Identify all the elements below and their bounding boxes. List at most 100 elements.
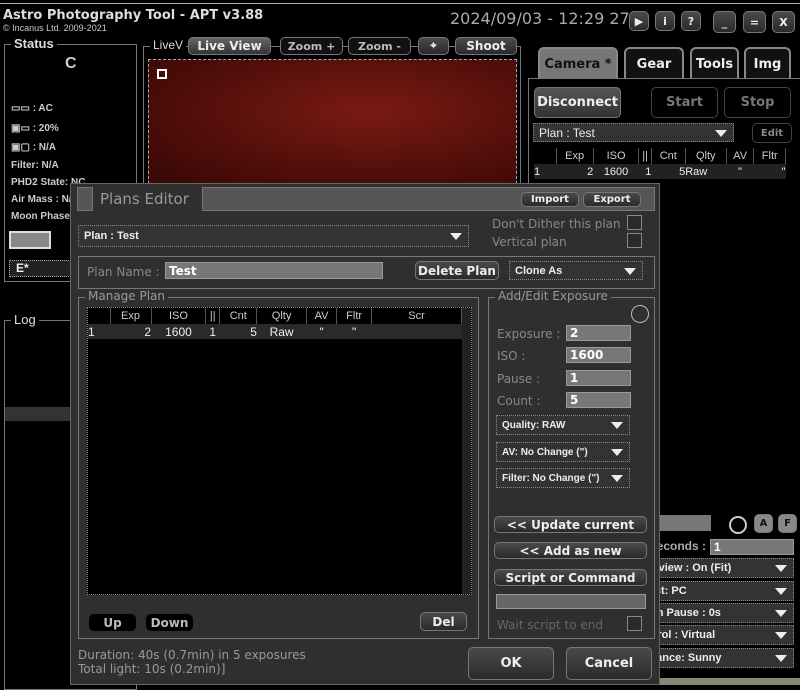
count-label: Count :	[497, 394, 541, 408]
minimize-button[interactable]: _	[713, 11, 736, 33]
camera-plan-table: Exp ISO || Cnt Qlty AV Fltr 1 2 1600 1 5 Raw " "	[534, 148, 786, 179]
info-icon[interactable]: i	[655, 11, 675, 31]
edit-plan-button[interactable]: Edit	[752, 123, 792, 143]
wait-script-checkbox[interactable]	[627, 616, 642, 631]
zoom-out-button[interactable]: Zoom -	[348, 37, 411, 55]
up-button[interactable]: Up	[89, 614, 136, 631]
live-view-button[interactable]: Live View	[188, 37, 271, 55]
zoom-in-button[interactable]: Zoom +	[280, 37, 343, 55]
camera-plan-select[interactable]: Plan : Test	[533, 123, 734, 142]
ok-button[interactable]: OK	[468, 647, 554, 680]
tab-gear[interactable]: Gear	[624, 47, 684, 79]
manage-plan-title: Manage Plan	[85, 289, 169, 303]
dialog-title: Plans Editor	[100, 190, 189, 208]
quality-select[interactable]: Quality: RAW	[496, 415, 630, 435]
filter-select[interactable]: Filter: No Change (")	[496, 468, 630, 488]
copyright: © Incanus Ltd. 2009-2021	[3, 23, 107, 33]
duration-text: Duration: 40s (0.7min) in 5 exposures	[78, 648, 306, 662]
add-edit-title: Add/Edit Exposure	[495, 289, 611, 303]
export-button[interactable]: Export	[583, 192, 641, 207]
a-button[interactable]: A	[754, 514, 773, 533]
status-letter: C	[65, 55, 77, 72]
chevron-down-icon	[715, 129, 727, 137]
stop-button[interactable]: Stop	[724, 87, 791, 118]
tab-tools[interactable]: Tools	[690, 47, 739, 79]
import-button[interactable]: Import	[521, 192, 579, 207]
computer-icon: ▭▭	[11, 103, 30, 114]
down-button[interactable]: Down	[146, 614, 193, 631]
focus-box[interactable]	[157, 69, 167, 79]
progress-bar	[660, 515, 711, 531]
del-button[interactable]: Del	[420, 612, 467, 631]
app-title: Astro Photography Tool - APT v3.88	[3, 8, 264, 23]
help-icon[interactable]: ?	[681, 11, 701, 31]
table-row[interactable]: 1 2 1600 1 5 Raw " "	[88, 324, 462, 339]
f-button[interactable]: F	[778, 514, 797, 533]
update-current-button[interactable]: << Update current	[494, 516, 647, 533]
close-button[interactable]: X	[772, 11, 795, 33]
total-light-text: Total light: 10s (0.2min)]	[78, 662, 226, 676]
exposure-input[interactable]: 2	[566, 325, 631, 341]
plan-select[interactable]: Plan : Test	[78, 225, 469, 247]
shoot-button[interactable]: Shoot	[455, 37, 517, 55]
moon-status: Moon Phase	[11, 211, 70, 222]
dont-dither-checkbox[interactable]	[627, 215, 642, 230]
dialog-icon	[77, 187, 93, 211]
iso-input[interactable]: 1600	[566, 347, 631, 363]
top-border	[0, 3, 800, 4]
chevron-down-icon	[624, 267, 636, 275]
e-label: E*	[9, 260, 79, 277]
camera-battery-icon: ▣▭	[11, 123, 30, 134]
plans-editor-dialog: Plans Editor Import Export Plan : Test D…	[70, 183, 660, 685]
play-icon[interactable]: ▶	[629, 11, 649, 31]
airmass-status: Air Mass : N/A	[11, 194, 79, 205]
live-view-image	[148, 59, 517, 189]
chevron-down-icon	[450, 233, 462, 240]
tab-img[interactable]: Img	[744, 47, 791, 79]
chevron-down-icon	[611, 449, 623, 456]
script-or-command-button[interactable]: Script or Command	[494, 569, 647, 586]
add-as-new-button[interactable]: << Add as new	[494, 542, 647, 559]
plan-table: Exp ISO || Cnt Qlty AV Fltr Scr 1 2 1600 1 5 Raw " "	[87, 307, 472, 595]
chevron-down-icon	[775, 588, 787, 595]
disconnect-button[interactable]: Disconnect	[534, 87, 621, 118]
crosshair-icon[interactable]: ⌖	[418, 37, 449, 55]
plan-name-input[interactable]: Test	[165, 262, 383, 279]
chevron-down-icon	[775, 610, 787, 617]
start-button[interactable]: Start	[651, 87, 718, 118]
datetime: 2024/09/03 - 12:29 27	[450, 9, 630, 28]
battery-icon	[9, 231, 51, 249]
pause-label: Pause :	[497, 372, 541, 386]
log-title: Log	[11, 312, 39, 327]
refresh-icon[interactable]	[729, 516, 747, 534]
liveview-title: LiveV	[150, 38, 187, 52]
chevron-down-icon	[611, 475, 623, 482]
background-image	[660, 678, 800, 685]
chevron-down-icon	[611, 422, 623, 429]
pause-input[interactable]: 1	[566, 370, 631, 386]
av-select[interactable]: AV: No Change (")	[496, 442, 630, 462]
exposure-label: Exposure :	[497, 327, 561, 341]
vertical-plan-checkbox[interactable]	[627, 233, 642, 248]
plan-name-label: Plan Name :	[87, 265, 160, 279]
tab-camera[interactable]: Camera *	[538, 47, 618, 79]
table-scrollbar[interactable]	[462, 308, 471, 594]
count-input[interactable]: 5	[566, 392, 631, 408]
storage-status: ▣▢ : N/A	[11, 142, 57, 153]
clone-as-select[interactable]: Clone As	[509, 261, 643, 280]
delete-plan-button[interactable]: Delete Plan	[415, 261, 499, 280]
dont-dither-label: Don't Dither this plan	[492, 217, 621, 231]
camera-storage-icon: ▣▢	[11, 142, 30, 153]
battery-status: ▣▭ : 20%	[11, 123, 59, 134]
cancel-button[interactable]: Cancel	[566, 647, 652, 680]
chevron-down-icon	[775, 655, 787, 662]
script-input[interactable]	[496, 594, 646, 609]
wait-script-label: Wait script to end	[497, 618, 604, 632]
maximize-button[interactable]: =	[743, 11, 766, 33]
chevron-down-icon	[775, 565, 787, 572]
reset-icon[interactable]	[631, 305, 649, 323]
seconds-input[interactable]: 1	[710, 539, 794, 555]
power-status: ▭▭ : AC	[11, 103, 53, 114]
table-row[interactable]: 1 2 1600 1 5 Raw " "	[534, 164, 786, 179]
vertical-plan-label: Vertical plan	[492, 235, 567, 249]
